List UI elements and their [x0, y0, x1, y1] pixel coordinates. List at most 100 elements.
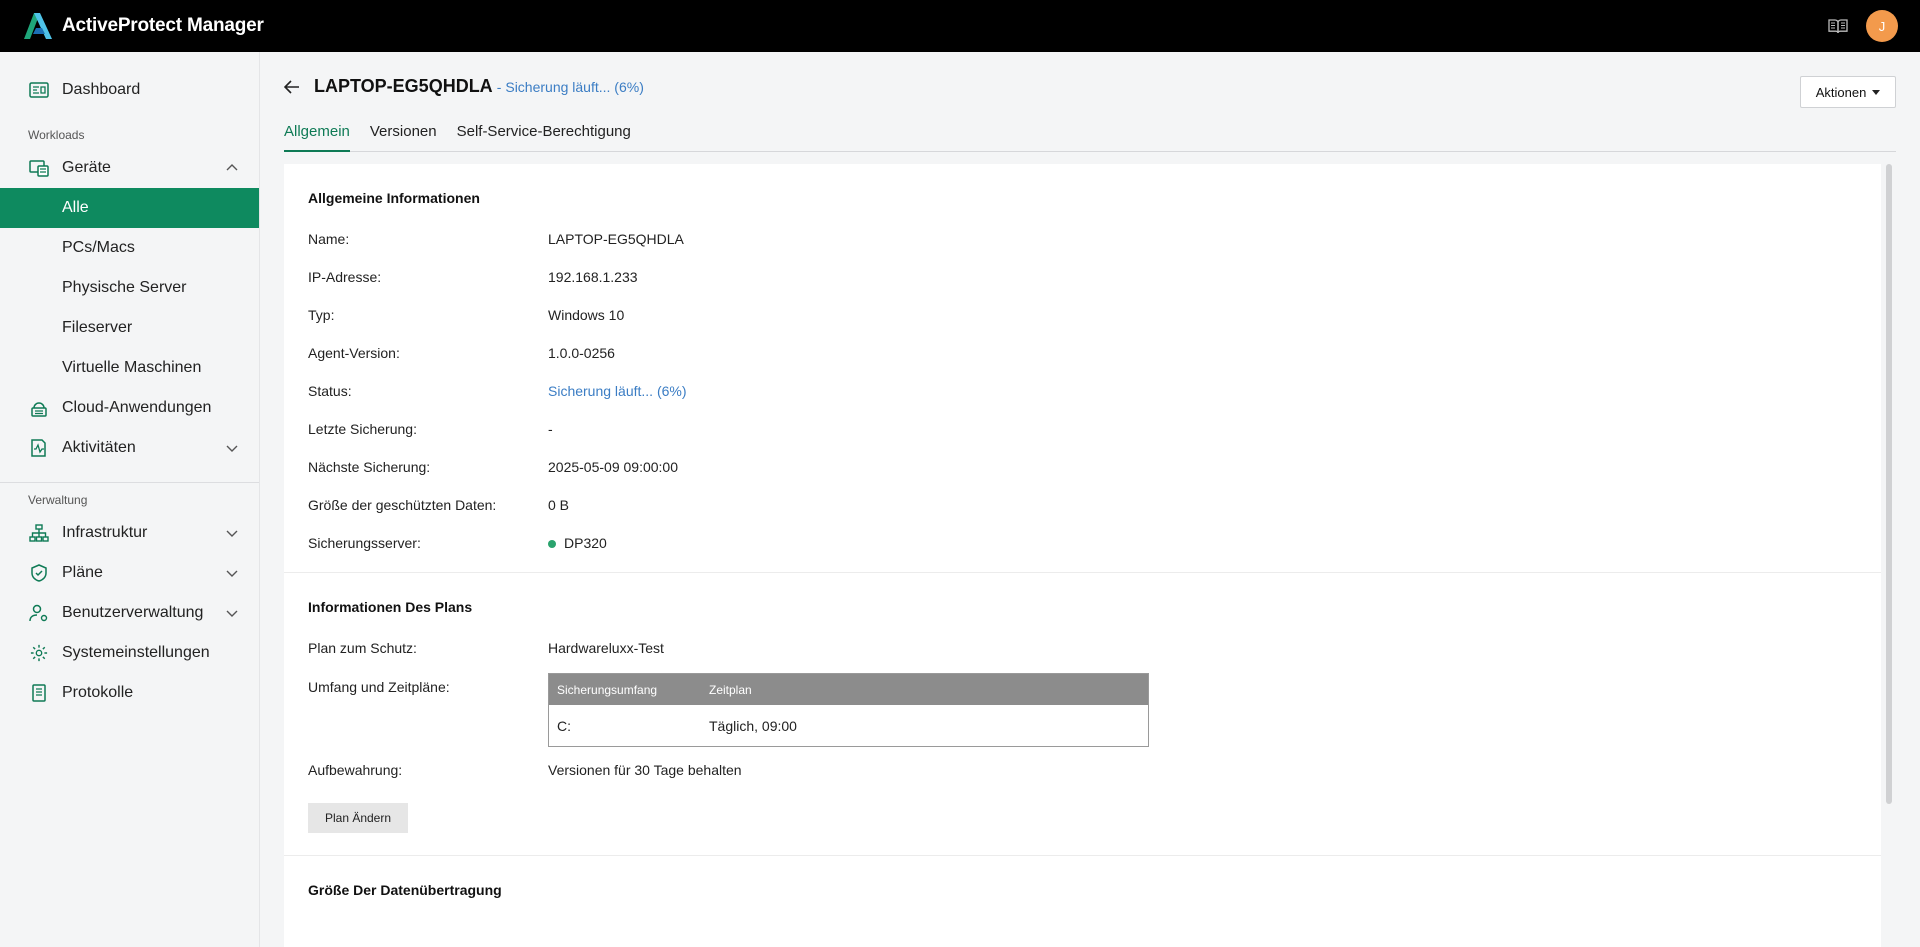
page-title: LAPTOP-EG5QHDLA — [314, 76, 493, 96]
cloud-icon — [28, 397, 50, 419]
info-label: Umfang und Zeitpläne: — [308, 679, 450, 695]
column-header: Zeitplan — [709, 682, 752, 697]
sidebar-item-label: Aktivitäten — [62, 439, 136, 456]
info-row: Typ: Windows 10 — [308, 296, 1857, 334]
info-row: Aufbewahrung: Versionen für 30 Tage beha… — [308, 751, 1857, 789]
details-panel: Allgemeine Informationen Name: LAPTOP-EG… — [284, 164, 1881, 947]
infrastructure-icon — [28, 522, 50, 544]
sidebar-item-logs[interactable]: Protokolle — [0, 673, 259, 713]
page-header: LAPTOP-EG5QHDLA - Sicherung läuft... (6%… — [284, 76, 644, 97]
section-heading: Allgemeine Informationen — [308, 190, 480, 206]
tab-self-service[interactable]: Self-Service-Berechtigung — [457, 120, 631, 152]
sidebar-item-devices[interactable]: Geräte — [0, 148, 259, 188]
scrollbar[interactable] — [1886, 164, 1892, 804]
info-value: Hardwareluxx-Test — [548, 640, 664, 656]
actions-button[interactable]: Aktionen — [1800, 76, 1896, 108]
sidebar-item-all[interactable]: Alle — [0, 188, 259, 228]
app-logo[interactable]: ActiveProtect Manager — [22, 12, 264, 40]
main-content: LAPTOP-EG5QHDLA - Sicherung läuft... (6%… — [260, 52, 1920, 947]
sidebar-item-label: Virtuelle Maschinen — [62, 359, 202, 376]
sidebar-item-label: PCs/Macs — [62, 239, 135, 256]
sidebar-item-virtual-machines[interactable]: Virtuelle Maschinen — [0, 348, 259, 388]
info-row: Sicherungsserver: DP320 — [308, 524, 1857, 562]
sidebar-item-user-management[interactable]: Benutzerverwaltung — [0, 593, 259, 633]
backup-status-link[interactable]: Sicherung läuft... (6%) — [505, 79, 644, 95]
info-label: Letzte Sicherung: — [308, 421, 417, 437]
user-avatar[interactable]: J — [1866, 10, 1898, 42]
sidebar-item-pcs-macs[interactable]: PCs/Macs — [0, 228, 259, 268]
chevron-down-icon — [226, 570, 238, 577]
sidebar-item-system-settings[interactable]: Systemeinstellungen — [0, 633, 259, 673]
devices-icon — [28, 157, 50, 179]
change-plan-button[interactable]: Plan Ändern — [308, 803, 408, 833]
schedule-table: Sicherungsumfang Zeitplan C: Täglich, 09… — [548, 673, 1149, 747]
info-value: DP320 — [548, 535, 607, 551]
info-row: Nächste Sicherung: 2025-05-09 09:00:00 — [308, 448, 1857, 486]
sidebar: Dashboard Workloads Geräte Alle PCs/Macs… — [0, 52, 260, 947]
info-label: Plan zum Schutz: — [308, 640, 417, 656]
sidebar-item-dashboard[interactable]: Dashboard — [0, 70, 259, 110]
table-cell: Täglich, 09:00 — [709, 717, 797, 734]
logo-icon — [24, 13, 52, 39]
actions-label: Aktionen — [1815, 84, 1867, 100]
sidebar-item-label: Alle — [62, 199, 89, 216]
user-gear-icon — [28, 602, 50, 624]
sidebar-item-fileserver[interactable]: Fileserver — [0, 308, 259, 348]
tab-versions[interactable]: Versionen — [370, 120, 437, 152]
tab-general[interactable]: Allgemein — [284, 120, 350, 152]
sidebar-item-label: Dashboard — [62, 81, 141, 98]
info-label: IP-Adresse: — [308, 269, 382, 285]
sidebar-item-label: Infrastruktur — [62, 524, 148, 541]
sidebar-item-label: Protokolle — [62, 684, 134, 701]
info-label: Nächste Sicherung: — [308, 459, 431, 475]
section-label-workloads: Workloads — [28, 128, 85, 142]
info-value: 2025-05-09 09:00:00 — [548, 459, 678, 475]
info-row: Agent-Version: 1.0.0-0256 — [308, 334, 1857, 372]
table-row: C: Täglich, 09:00 — [549, 705, 1148, 746]
info-value: 192.168.1.233 — [548, 269, 638, 285]
sidebar-item-label: Pläne — [62, 564, 103, 581]
sidebar-item-plans[interactable]: Pläne — [0, 553, 259, 593]
transfer-size-section: Größe Der Datenübertragung — [284, 856, 1881, 912]
section-heading: Informationen Des Plans — [308, 599, 473, 615]
document-icon — [28, 682, 50, 704]
title-separator: - — [496, 78, 502, 95]
column-header: Sicherungsumfang — [557, 682, 658, 697]
dashboard-icon — [28, 79, 50, 101]
info-label: Agent-Version: — [308, 345, 400, 361]
chevron-up-icon — [226, 164, 238, 171]
plan-info-section: Informationen Des Plans Plan zum Schutz:… — [284, 573, 1881, 856]
info-value: 1.0.0-0256 — [548, 345, 615, 361]
top-bar: ActiveProtect Manager J — [0, 0, 1920, 52]
sidebar-item-physical-servers[interactable]: Physische Server — [0, 268, 259, 308]
backup-server-name: DP320 — [564, 535, 607, 551]
info-label: Größe der geschützten Daten: — [308, 497, 497, 513]
info-label: Status: — [308, 383, 352, 399]
info-row: Name: LAPTOP-EG5QHDLA — [308, 220, 1857, 258]
info-label: Name: — [308, 231, 350, 247]
table-cell: C: — [557, 717, 571, 734]
info-row: Status: Sicherung läuft... (6%) — [308, 372, 1857, 410]
section-label-management: Verwaltung — [28, 493, 88, 507]
info-value: 0 B — [548, 497, 570, 513]
section-heading: Größe Der Datenübertragung — [308, 882, 502, 898]
chevron-down-icon — [226, 610, 238, 617]
help-book-icon[interactable] — [1828, 17, 1850, 35]
sidebar-item-activities[interactable]: Aktivitäten — [0, 428, 259, 468]
table-header: Sicherungsumfang Zeitplan — [549, 674, 1148, 705]
info-value: LAPTOP-EG5QHDLA — [548, 231, 684, 247]
schedule-row: Umfang und Zeitpläne: Sicherungsumfang Z… — [308, 667, 1857, 747]
info-row: Letzte Sicherung: - — [308, 410, 1857, 448]
sidebar-item-label: Cloud-Anwendungen — [62, 399, 212, 416]
sidebar-item-label: Benutzerverwaltung — [62, 604, 204, 621]
info-label: Sicherungsserver: — [308, 535, 421, 551]
back-arrow-icon[interactable] — [284, 78, 302, 96]
sidebar-item-cloud-apps[interactable]: Cloud-Anwendungen — [0, 388, 259, 428]
info-row: IP-Adresse: 192.168.1.233 — [308, 258, 1857, 296]
chevron-down-icon — [226, 530, 238, 537]
sidebar-item-label: Geräte — [62, 159, 111, 176]
shield-icon — [28, 562, 50, 584]
sidebar-item-infrastructure[interactable]: Infrastruktur — [0, 513, 259, 553]
info-value: - — [548, 421, 553, 437]
status-link[interactable]: Sicherung läuft... (6%) — [548, 383, 687, 399]
